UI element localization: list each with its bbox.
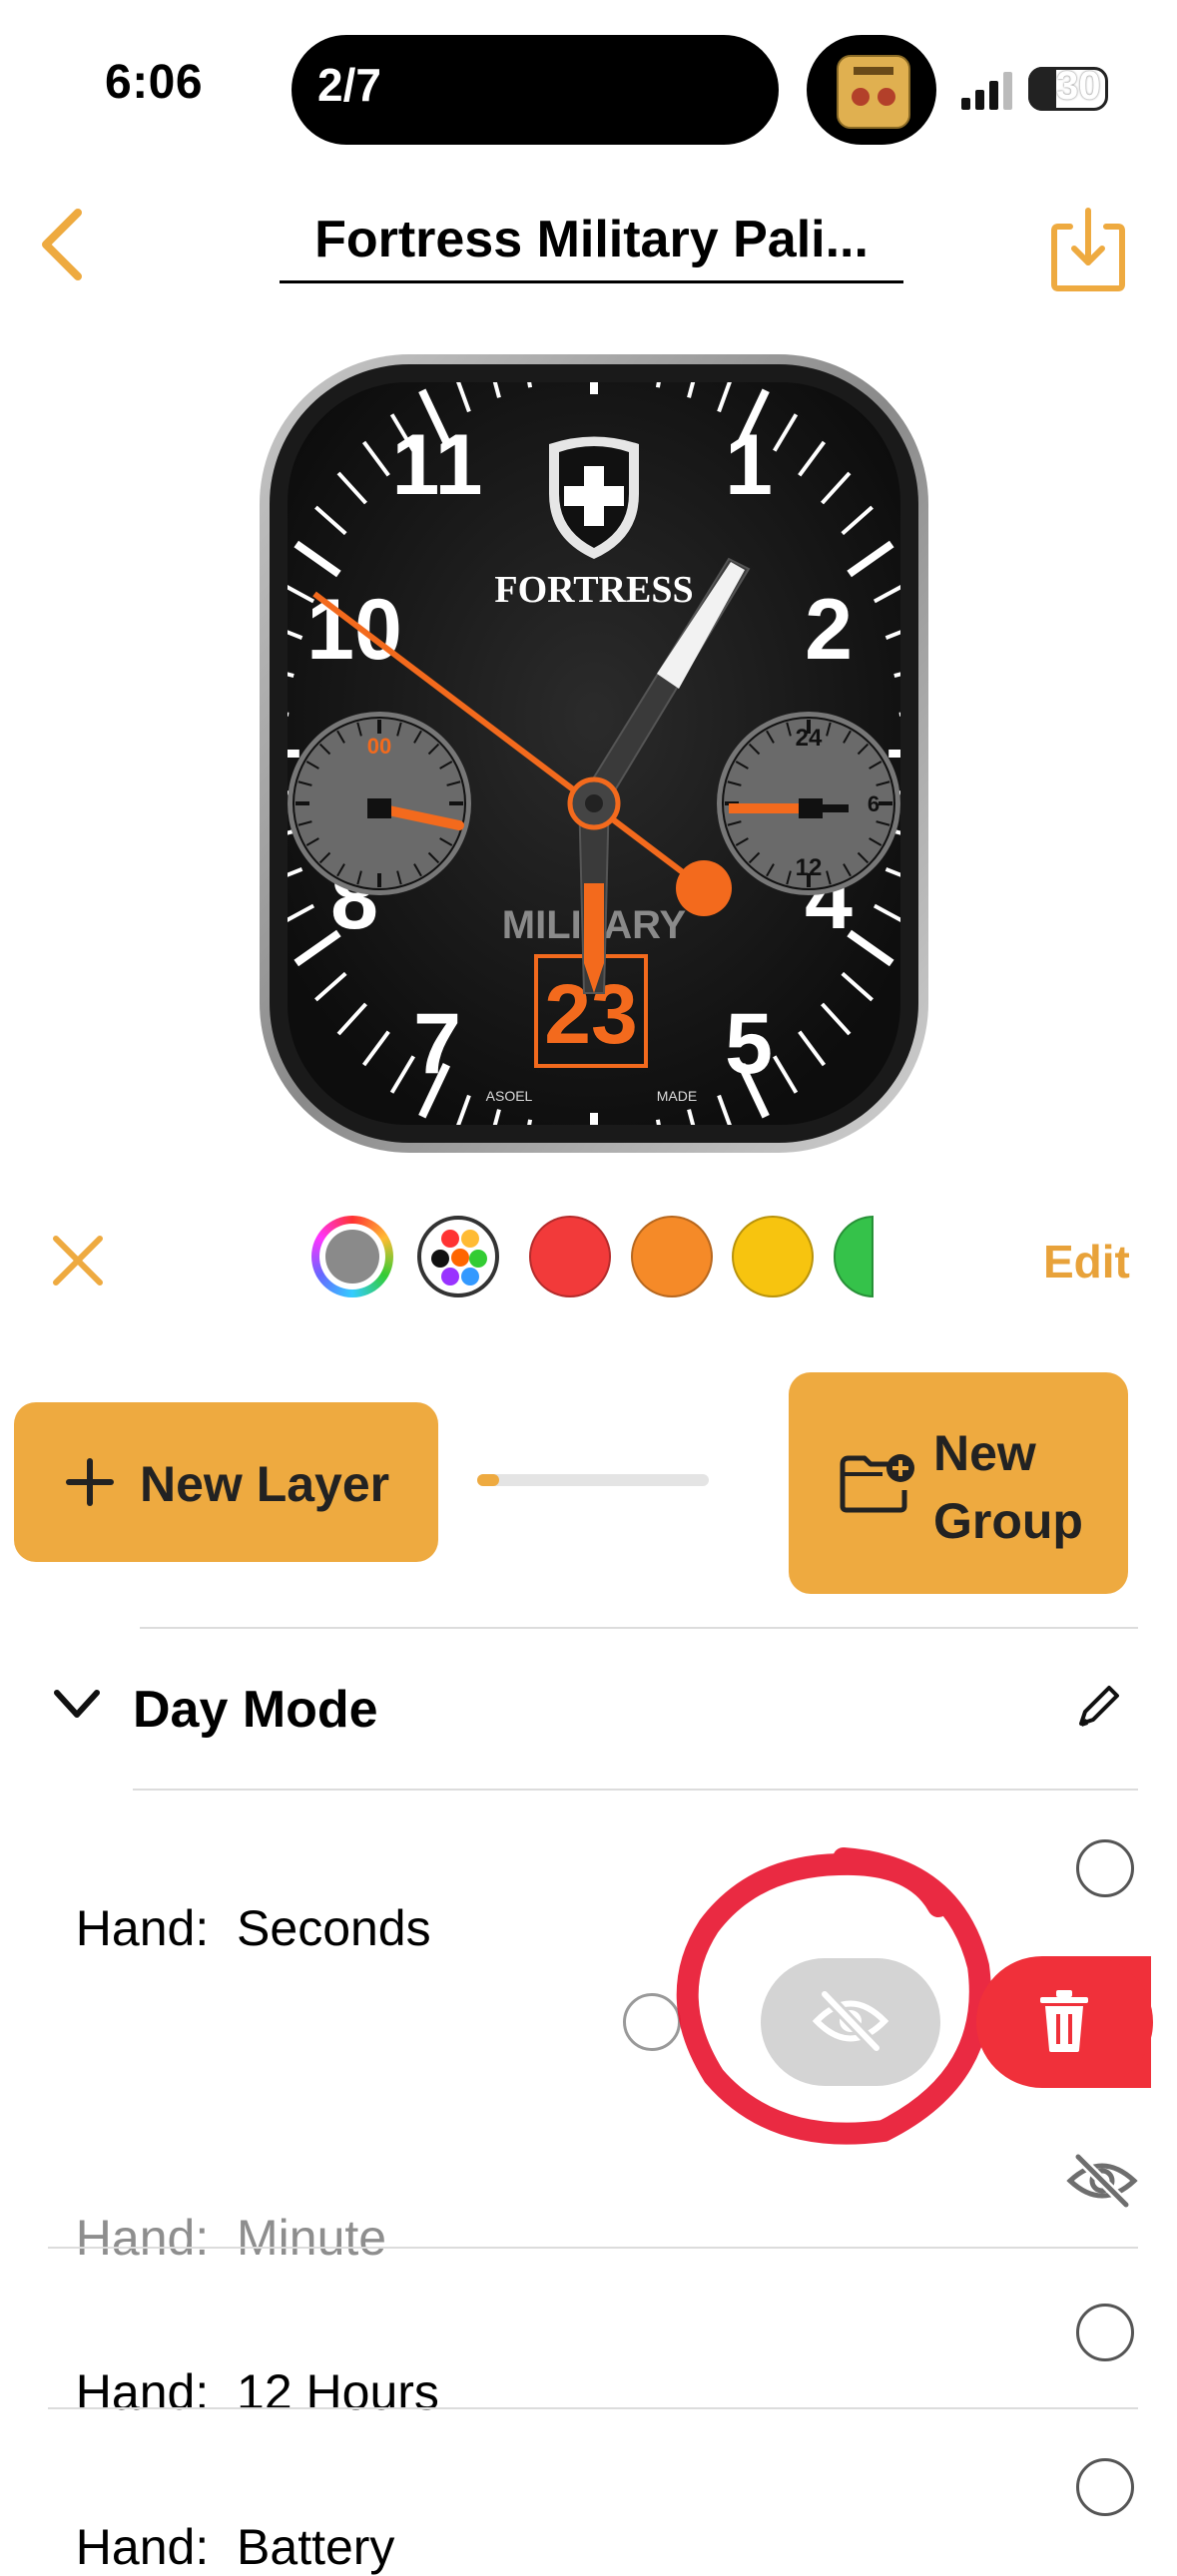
layer-prefix: Hand:	[75, 2364, 210, 2420]
annotation-circle	[676, 1847, 991, 2145]
divider	[48, 2407, 1138, 2409]
layer-row-battery[interactable]: Hand: Battery	[48, 2460, 395, 2576]
layer-prefix: Hand:	[75, 2519, 210, 2575]
chevron-left-icon[interactable]	[38, 205, 88, 284]
select-radio[interactable]	[1076, 1839, 1134, 1897]
eye-slash-icon[interactable]	[1066, 2151, 1138, 2211]
numeral-11: 11	[392, 417, 483, 513]
battery-fill	[1028, 67, 1056, 111]
swatch-custom[interactable]	[311, 1216, 393, 1297]
multicolor-dot	[441, 1230, 459, 1248]
new-group-label-line1: New	[933, 1425, 1036, 1481]
layer-slider[interactable]	[477, 1474, 709, 1486]
new-group-label-line2: Group	[933, 1493, 1083, 1549]
swatch-color[interactable]	[529, 1216, 611, 1297]
trash-icon	[1040, 1990, 1088, 2052]
layer-slider-fill	[477, 1474, 499, 1486]
layer-prefix: Hand:	[75, 1900, 210, 1956]
multicolor-dot	[469, 1250, 487, 1268]
battery-level: 30	[1056, 64, 1101, 108]
multicolor-dot	[461, 1230, 479, 1248]
status-time: 6:06	[105, 56, 204, 109]
divider	[133, 1789, 1138, 1791]
pencil-icon[interactable]	[1073, 1682, 1123, 1732]
chevron-down-icon[interactable]	[52, 1687, 102, 1723]
numeral-2: 2	[805, 582, 853, 678]
swatch-color[interactable]	[834, 1216, 874, 1297]
layer-row-12-hours[interactable]: Hand: 12 Hours	[48, 2306, 439, 2421]
layer-row-seconds[interactable]: Hand: Seconds	[48, 1841, 431, 1957]
layer-name: Minute	[237, 2210, 387, 2266]
numeral-5: 5	[725, 996, 773, 1092]
numeral-1: 1	[725, 417, 773, 513]
signal-icon	[961, 72, 1012, 110]
new-group-label: New Group	[933, 1419, 1083, 1555]
numeral-7: 7	[413, 996, 461, 1092]
edit-button[interactable]: Edit	[1043, 1235, 1130, 1288]
download-tray-icon[interactable]	[1048, 205, 1128, 294]
app-badge-icon	[837, 55, 910, 129]
divider	[48, 2247, 1138, 2249]
page-title[interactable]: Fortress Military Pali...	[280, 210, 903, 269]
multicolor-dot	[431, 1250, 449, 1268]
layer-name: Seconds	[237, 1900, 431, 1956]
new-layer-label: New Layer	[140, 1456, 390, 1512]
layer-row-minute[interactable]: Hand: Minute	[48, 2151, 386, 2267]
multicolor-dot	[451, 1249, 469, 1267]
title-underline	[280, 280, 903, 283]
close-icon[interactable]	[48, 1231, 108, 1290]
layer-prefix: Hand:	[75, 2210, 210, 2266]
island-text: 2/7	[317, 59, 381, 111]
watch-brand: FORTRESS	[494, 569, 693, 611]
swatch-color[interactable]	[631, 1216, 713, 1297]
divider	[140, 1627, 1138, 1629]
plus-icon	[66, 1458, 114, 1506]
subdial-right-label-bottom: 12	[796, 854, 823, 881]
subdial-right-label-right: 6	[868, 791, 880, 816]
layer-name: Battery	[237, 2519, 395, 2575]
folder-plus-icon	[840, 1454, 914, 1513]
swatch-custom-core	[325, 1230, 379, 1284]
swatch-color[interactable]	[732, 1216, 814, 1297]
multicolor-dot	[441, 1268, 459, 1286]
watch-small-right: MADE	[657, 1088, 697, 1104]
select-radio[interactable]	[1076, 2458, 1134, 2516]
multicolor-dot	[461, 1268, 479, 1286]
swatch-multicolor[interactable]	[417, 1216, 499, 1297]
subdial-right-label-top: 24	[796, 725, 823, 752]
section-title[interactable]: Day Mode	[133, 1680, 378, 1740]
subdial-left-label: 00	[367, 734, 391, 759]
watch-face-preview[interactable]: FORTRESS MILITARY 11 1 10 2 8 4 7 5 00 2…	[260, 354, 928, 1153]
watch-small-left: ASOEL	[486, 1088, 533, 1104]
select-radio[interactable]	[1076, 2304, 1134, 2361]
layer-name: 12 Hours	[237, 2364, 439, 2420]
